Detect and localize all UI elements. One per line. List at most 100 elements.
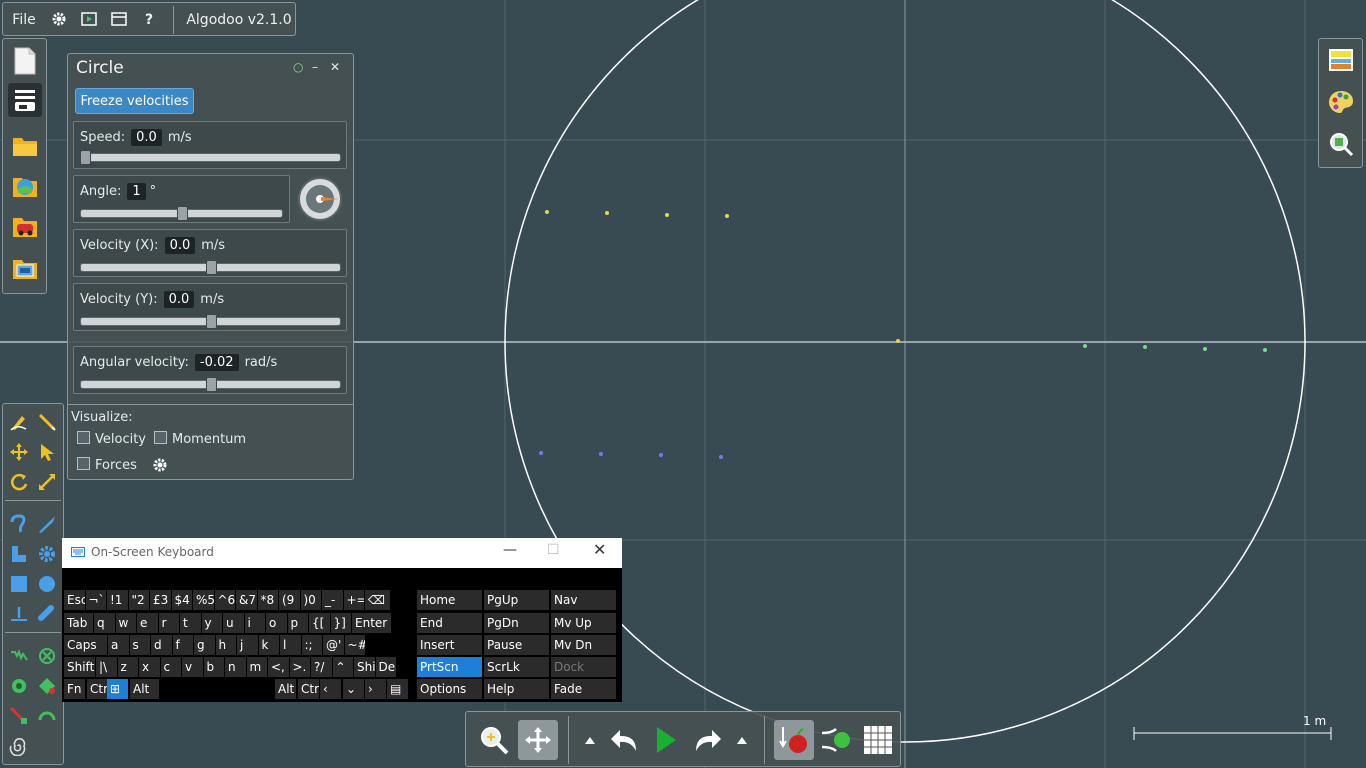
keyboard-key[interactable]: ⌫ — [365, 590, 390, 610]
saved-scenes-icon[interactable] — [10, 253, 40, 283]
keyboard-close-icon[interactable]: ✕ — [593, 540, 606, 559]
keyboard-key[interactable]: r — [158, 613, 179, 633]
freeze-velocities-button[interactable]: Freeze velocities — [75, 88, 194, 114]
minimize-icon[interactable]: – — [312, 60, 318, 74]
keyboard-key[interactable]: Ctr — [87, 679, 108, 699]
keyboard-key[interactable]: ⌄ — [343, 679, 364, 699]
angle-value[interactable]: 1 — [127, 183, 146, 200]
window-icon[interactable] — [107, 3, 131, 37]
palette-icon[interactable] — [1326, 87, 1356, 117]
gear-tool-icon[interactable] — [35, 542, 59, 566]
keyboard-key[interactable]: Shi — [354, 657, 375, 677]
keyboard-nav-key[interactable]: Mv Up — [551, 613, 616, 633]
keyboard-key[interactable]: b — [203, 657, 224, 677]
keyboard-key[interactable]: k — [258, 635, 279, 655]
keyboard-key[interactable]: &7 — [236, 590, 257, 610]
keyboard-nav-key[interactable]: PgUp — [484, 590, 549, 610]
speed-slider-thumb[interactable] — [80, 150, 91, 165]
keyboard-key[interactable]: ~# — [344, 635, 365, 655]
undo-history-icon[interactable] — [580, 728, 600, 752]
keyboard-key[interactable]: ¬` — [85, 590, 106, 610]
keyboard-key[interactable]: }] — [330, 613, 351, 633]
velocity-x-value[interactable]: 0.0 — [164, 237, 196, 254]
scale-tool-icon[interactable] — [35, 470, 59, 494]
keyboard-key[interactable]: d — [151, 635, 172, 655]
zoom-to-scene-icon[interactable] — [1326, 129, 1356, 159]
gravity-icon[interactable] — [774, 720, 814, 760]
keyboard-key[interactable]: v — [182, 657, 203, 677]
play-icon[interactable] — [646, 720, 686, 760]
angle-dial[interactable] — [297, 176, 343, 222]
pan-icon[interactable] — [518, 720, 558, 760]
keyboard-key[interactable]: e — [137, 613, 158, 633]
velocity-x-slider-thumb[interactable] — [205, 260, 217, 275]
circle-tool-icon[interactable] — [35, 572, 59, 596]
keyboard-nav-key[interactable]: Home — [417, 590, 482, 610]
keyboard-key[interactable]: ⊞ — [107, 679, 128, 699]
keyboard-key[interactable]: Caps — [64, 635, 107, 655]
visualize-settings-gear-icon[interactable] — [152, 457, 168, 477]
angular-velocity-slider-thumb[interactable] — [205, 377, 217, 392]
keyboard-key[interactable]: ▤ — [387, 679, 408, 699]
keyboard-key[interactable]: j — [237, 635, 258, 655]
background-icon[interactable] — [1326, 45, 1356, 75]
rope-tool-icon[interactable] — [7, 512, 31, 536]
play-scene-icon[interactable] — [77, 3, 101, 37]
keyboard-key[interactable]: x — [139, 657, 160, 677]
keyboard-key[interactable]: h — [215, 635, 236, 655]
speed-value[interactable]: 0.0 — [131, 129, 162, 146]
sketch-tool-icon[interactable] — [7, 410, 31, 434]
keyboard-key[interactable]: >. — [289, 657, 310, 677]
keyboard-nav-key[interactable]: PgDn — [484, 613, 549, 633]
box-tool-icon[interactable] — [7, 572, 31, 596]
undo-icon[interactable] — [604, 720, 644, 760]
spring-tool-icon[interactable] — [7, 644, 31, 668]
keyboard-key[interactable]: += — [343, 590, 364, 610]
keyboard-key[interactable]: "2 — [128, 590, 149, 610]
keyboard-key[interactable]: Ctr — [298, 679, 319, 699]
keyboard-key[interactable]: Tab — [64, 613, 93, 633]
keyboard-key[interactable]: w — [115, 613, 136, 633]
pencil-tool-icon[interactable] — [35, 410, 59, 434]
algobox-icon[interactable] — [10, 171, 40, 201]
new-scene-icon[interactable] — [10, 45, 40, 77]
keyboard-key[interactable]: £3 — [150, 590, 171, 610]
velocity-y-slider-thumb[interactable] — [205, 314, 217, 329]
laser-tool-icon[interactable] — [7, 704, 31, 728]
keyboard-key[interactable]: |\ — [96, 657, 117, 677]
keyboard-key[interactable]: p — [287, 613, 308, 633]
keyboard-key[interactable]: f — [172, 635, 193, 655]
air-friction-icon[interactable] — [816, 720, 856, 760]
keyboard-key[interactable]: Esc — [64, 590, 85, 610]
keyboard-key[interactable]: Enter — [352, 613, 391, 633]
thruster-tool-icon[interactable] — [7, 674, 31, 698]
keyboard-nav-key[interactable]: ScrLk — [484, 657, 549, 677]
keyboard-key[interactable]: :; — [301, 635, 322, 655]
lessons-icon[interactable] — [10, 211, 40, 241]
hinge-tool-icon[interactable] — [35, 644, 59, 668]
keyboard-key[interactable]: *8 — [257, 590, 278, 610]
plane-tool-icon[interactable] — [7, 542, 31, 566]
help-icon[interactable]: ? — [137, 3, 161, 37]
drag-tool-icon[interactable] — [35, 440, 59, 464]
keyboard-minimize-icon[interactable]: — — [503, 542, 517, 558]
keyboard-key[interactable]: s — [129, 635, 150, 655]
keyboard-nav-key[interactable]: End — [417, 613, 482, 633]
zoom-icon[interactable] — [474, 720, 514, 760]
chain-tool-icon[interactable] — [35, 602, 59, 626]
keyboard-key[interactable]: l — [280, 635, 301, 655]
keyboard-key[interactable]: y — [201, 613, 222, 633]
fixate-tool-icon[interactable] — [7, 602, 31, 626]
keyboard-key[interactable]: %5 — [193, 590, 214, 610]
grid-icon[interactable] — [858, 720, 898, 760]
redo-history-icon[interactable] — [732, 728, 752, 752]
velocity-y-value[interactable]: 0.0 — [163, 291, 195, 308]
visualize-momentum-checkbox[interactable]: Momentum — [154, 431, 246, 447]
visualize-velocity-checkbox[interactable]: Velocity — [77, 431, 146, 447]
keyboard-key[interactable]: n — [225, 657, 246, 677]
keyboard-key[interactable]: Fn — [64, 679, 85, 699]
keyboard-key[interactable]: ?/ — [311, 657, 332, 677]
keyboard-key[interactable]: c — [160, 657, 181, 677]
keyboard-key[interactable]: o — [266, 613, 287, 633]
keyboard-key[interactable]: (9 — [279, 590, 300, 610]
